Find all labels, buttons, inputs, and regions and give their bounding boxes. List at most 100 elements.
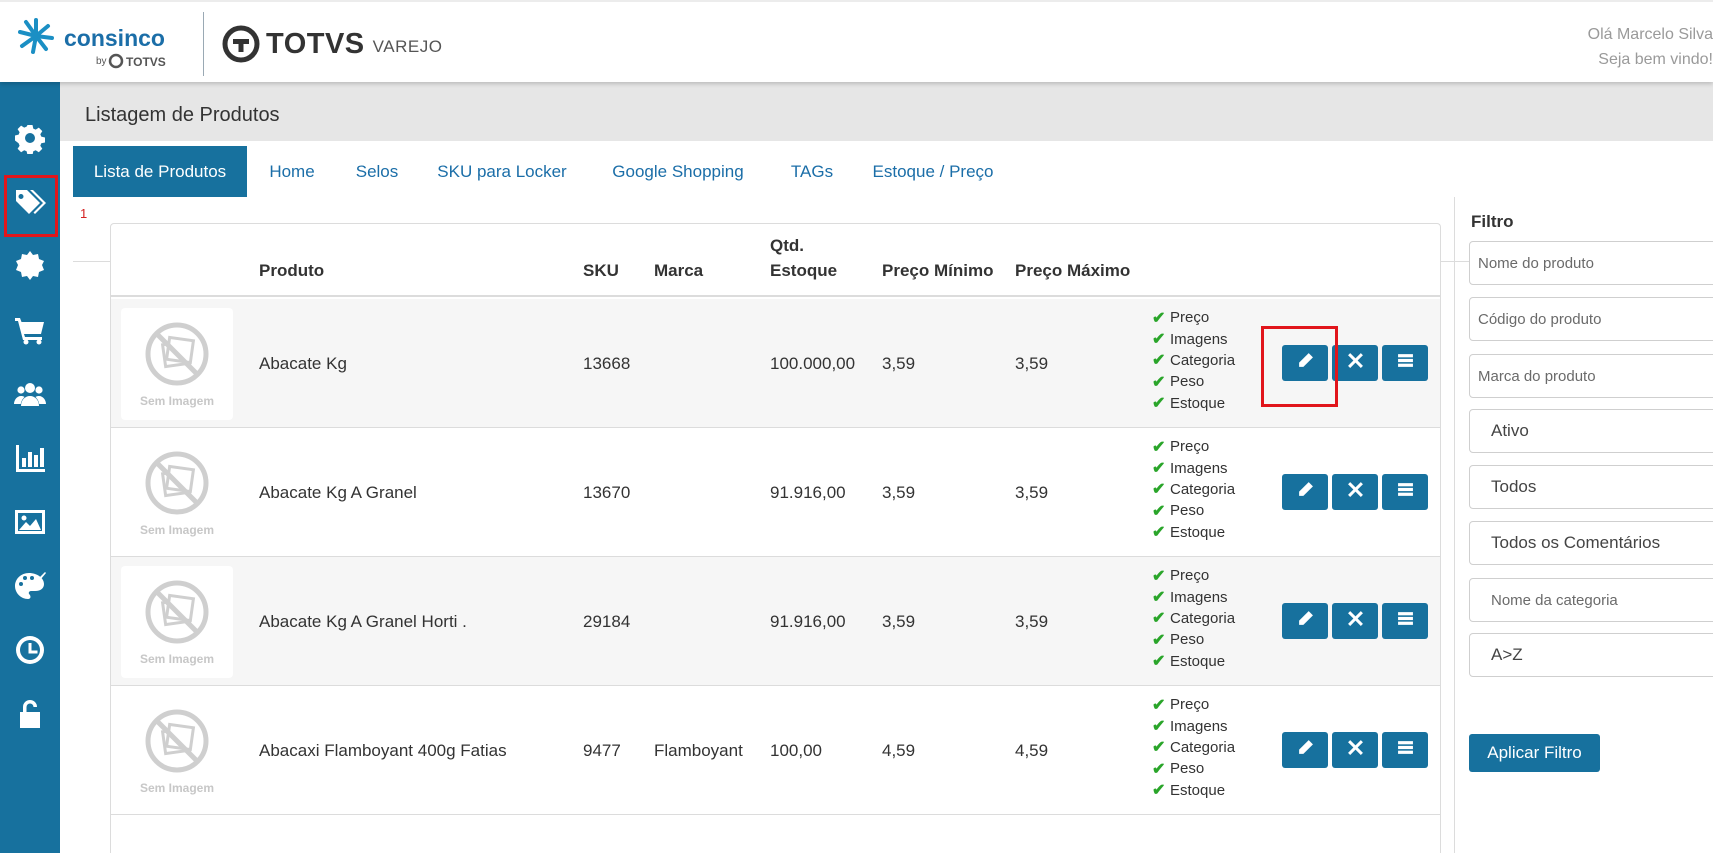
edit-button[interactable] [1282, 474, 1328, 510]
cell-estoque: 91.916,00 [770, 482, 846, 502]
check-icon: ✔ [1152, 309, 1166, 327]
filter-panel: Filtro Ativo Todos Todos os Comentários … [1454, 197, 1713, 853]
product-thumbnail: Sem Imagem [121, 308, 233, 420]
pencil-icon [1297, 610, 1314, 632]
tab-sku-para-locker[interactable]: SKU para Locker [417, 146, 587, 197]
sidebar-item-settings[interactable] [0, 106, 60, 170]
completeness-checklist: ✔ Preço ✔ Imagens ✔ Categoria ✔ Peso ✔ Estoque [1152, 694, 1262, 801]
delete-button[interactable] [1332, 345, 1378, 381]
check-label: Categoria [1170, 480, 1236, 498]
totvs-logo-icon [222, 25, 260, 63]
details-button[interactable] [1382, 345, 1428, 381]
completeness-checklist: ✔ Preço ✔ Imagens ✔ Categoria ✔ Peso ✔ Estoque [1152, 436, 1262, 543]
palette-icon [15, 572, 46, 599]
check-label: Imagens [1170, 459, 1228, 477]
check-item: ✔ Categoria [1152, 737, 1262, 758]
check-label: Estoque [1170, 523, 1226, 541]
check-item: ✔ Peso [1152, 371, 1262, 392]
check-label: Estoque [1170, 394, 1226, 412]
check-label: Preço [1170, 567, 1210, 585]
check-icon: ✔ [1152, 502, 1166, 520]
cart-icon [15, 318, 44, 345]
sidebar-item-customers[interactable] [0, 362, 60, 426]
delete-button[interactable] [1332, 603, 1378, 639]
details-button[interactable] [1382, 474, 1428, 510]
gear-icon [15, 125, 45, 154]
edit-button[interactable] [1282, 603, 1328, 639]
check-label: Preço [1170, 438, 1210, 456]
sidebar-item-logout[interactable] [0, 682, 60, 746]
col-sku: SKU [583, 261, 619, 280]
check-item: ✔ Categoria [1152, 350, 1262, 371]
details-button[interactable] [1382, 603, 1428, 639]
no-image-icon [144, 450, 210, 521]
list-icon [1397, 739, 1414, 761]
check-item: ✔ Estoque [1152, 780, 1262, 801]
edit-button-highlight-box [1261, 326, 1338, 407]
tab-home[interactable]: Home [247, 146, 337, 197]
close-icon [1347, 739, 1364, 761]
tab-lista-de-produtos[interactable]: Lista de Produtos [73, 146, 247, 197]
filter-product-code-input[interactable] [1469, 297, 1713, 341]
cell-produto: Abacate Kg A Granel Horti . [259, 611, 467, 631]
filter-product-brand-input[interactable] [1469, 354, 1713, 398]
tab-google-shopping[interactable]: Google Shopping [587, 146, 769, 197]
cell-produto: Abacate Kg A Granel [259, 482, 417, 502]
sidebar-item-seals[interactable] [0, 234, 60, 298]
cell-marca: Flamboyant [654, 740, 743, 760]
col-preco-minimo: Preço Mínimo [882, 261, 994, 280]
check-label: Peso [1170, 373, 1205, 391]
top-header: consinco by TOTVS TOTVS VAREJO Olá Marce… [0, 0, 1713, 82]
users-icon [14, 383, 46, 406]
sidebar-item-history[interactable] [0, 618, 60, 682]
table-row: Sem Imagem Abacate Kg A Granel 13670 91.916… [111, 428, 1440, 557]
cell-preco-maximo: 4,59 [1015, 740, 1049, 760]
edit-button[interactable] [1282, 732, 1328, 768]
check-item: ✔ Peso [1152, 629, 1262, 650]
apply-filter-button[interactable]: Aplicar Filtro [1469, 734, 1600, 772]
cell-preco-minimo: 4,59 [882, 740, 916, 760]
filter-todos-select[interactable]: Todos [1469, 465, 1713, 509]
totvs-varejo-logo: TOTVS VAREJO [222, 24, 442, 64]
sidebar-item-banners[interactable] [0, 490, 60, 554]
close-icon [1347, 481, 1364, 503]
delete-button[interactable] [1332, 474, 1378, 510]
delete-button[interactable] [1332, 732, 1378, 768]
check-label: Peso [1170, 760, 1205, 778]
filter-status-select[interactable]: Ativo [1469, 409, 1713, 453]
check-icon: ✔ [1152, 782, 1166, 800]
list-icon [1397, 610, 1414, 632]
tab-selos[interactable]: Selos [337, 146, 417, 197]
list-icon [1397, 352, 1414, 374]
check-item: ✔ Preço [1152, 307, 1262, 328]
tab-estoque-preco[interactable]: Estoque / Preço [855, 146, 1011, 197]
filter-product-name-input[interactable] [1469, 241, 1713, 285]
filter-category-input[interactable] [1469, 578, 1713, 622]
check-icon: ✔ [1152, 631, 1166, 649]
check-icon: ✔ [1152, 395, 1166, 413]
list-icon [1397, 481, 1414, 503]
greeting-welcome: Seja bem vindo! [1598, 51, 1713, 68]
table-row: Sem Imagem Abacaxi Flamboyant 400g Fatias… [111, 686, 1440, 815]
filter-comments-select[interactable]: Todos os Comentários [1469, 521, 1713, 565]
pencil-icon [1297, 481, 1314, 503]
check-icon: ✔ [1152, 696, 1166, 714]
cell-preco-maximo: 3,59 [1015, 482, 1049, 502]
check-label: Categoria [1170, 351, 1236, 369]
sidebar-item-orders[interactable] [0, 298, 60, 362]
cell-produto: Abacate Kg [259, 353, 347, 373]
sidebar [0, 82, 60, 853]
check-item: ✔ Estoque [1152, 522, 1262, 543]
details-button[interactable] [1382, 732, 1428, 768]
totvs-wordmark: TOTVS [266, 27, 365, 60]
sidebar-item-themes[interactable] [0, 554, 60, 618]
filter-order-select[interactable]: A>Z [1469, 633, 1713, 677]
cell-preco-maximo: 3,59 [1015, 353, 1049, 373]
check-item: ✔ Estoque [1152, 393, 1262, 414]
sidebar-item-reports[interactable] [0, 426, 60, 490]
check-label: Imagens [1170, 588, 1228, 606]
check-icon: ✔ [1152, 589, 1166, 607]
tab-tags[interactable]: TAGs [769, 146, 855, 197]
check-item: ✔ Imagens [1152, 586, 1262, 607]
check-item: ✔ Preço [1152, 436, 1262, 457]
